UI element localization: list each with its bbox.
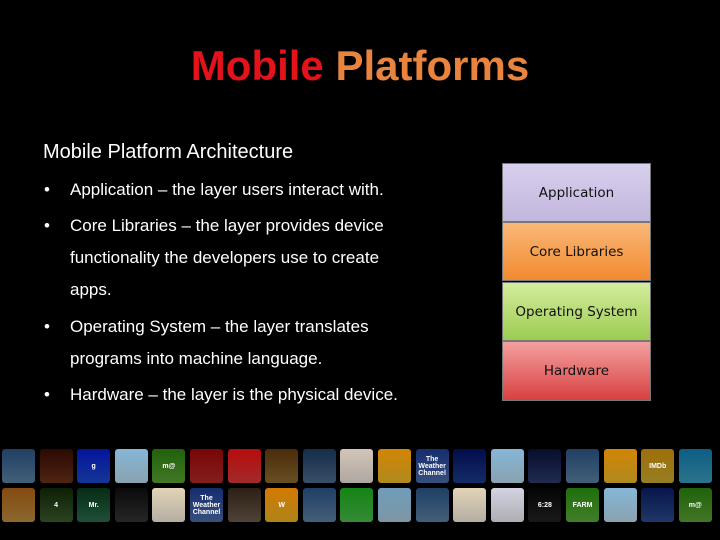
app-icon: Mr. — [77, 488, 111, 522]
bullet-core-libraries-line1: Core Libraries – the layer provides devi… — [70, 216, 384, 235]
app-icon — [453, 449, 487, 483]
app-icon — [114, 488, 148, 522]
app-icon: m@ — [152, 449, 186, 483]
app-icon — [39, 449, 73, 483]
app-icon — [378, 449, 411, 483]
app-icon — [415, 488, 449, 522]
app-icon — [490, 488, 524, 522]
app-icon — [340, 488, 374, 522]
app-icon — [114, 449, 148, 483]
bullet-application: Application – the layer users interact w… — [70, 180, 384, 199]
app-icon: IMDb — [641, 449, 675, 483]
app-icon — [603, 449, 637, 483]
bullet-core-libraries-line2: functionality the developers use to crea… — [70, 248, 380, 267]
stack-operating-system: Operating System — [502, 282, 651, 341]
app-icon: 6:28 — [528, 488, 562, 522]
subtitle: Mobile Platform Architecture — [43, 141, 294, 163]
app-icon — [227, 488, 261, 522]
slide: Mobile Platforms Mobile Platform Archite… — [0, 0, 720, 540]
app-icon — [603, 488, 637, 522]
app-icon — [302, 488, 336, 522]
app-icon — [152, 488, 186, 522]
bullet-marker: • — [44, 317, 50, 336]
app-icon — [678, 449, 712, 483]
stack-core-libraries: Core Libraries — [502, 222, 651, 281]
app-icon — [2, 449, 35, 483]
app-icon: m@ — [678, 488, 712, 522]
app-icon — [641, 488, 675, 522]
app-icon — [227, 449, 261, 483]
app-icon — [490, 449, 524, 483]
bullet-core-libraries-line3: apps. — [70, 280, 112, 299]
app-icon — [378, 488, 411, 522]
app-icon — [528, 449, 562, 483]
stack-hardware: Hardware — [502, 341, 651, 401]
stack-application: Application — [502, 163, 651, 222]
bullet-marker: • — [44, 385, 50, 404]
app-icon — [190, 449, 223, 483]
bullet-marker: • — [44, 216, 50, 235]
app-icon — [340, 449, 374, 483]
title-platforms: Platforms — [335, 42, 530, 89]
app-icon — [302, 449, 336, 483]
app-icon: g — [77, 449, 111, 483]
app-icon: W — [265, 488, 299, 522]
bullet-marker: • — [44, 180, 50, 199]
bullet-os-line1: Operating System – the layer translates — [70, 317, 369, 336]
slide-title: Mobile Platforms — [0, 42, 720, 90]
app-icon: The Weather Channel — [415, 449, 449, 483]
title-mobile: Mobile — [190, 42, 324, 89]
app-icon — [2, 488, 35, 522]
app-icon — [566, 449, 599, 483]
bullet-os-line2: programs into machine language. — [70, 349, 323, 368]
app-icon — [265, 449, 299, 483]
app-icon: 4 — [39, 488, 73, 522]
app-icon: FARM — [566, 488, 599, 522]
app-icon — [453, 488, 487, 522]
bullet-hardware: Hardware – the layer is the physical dev… — [70, 385, 398, 404]
app-icon: The Weather Channel — [190, 488, 223, 522]
